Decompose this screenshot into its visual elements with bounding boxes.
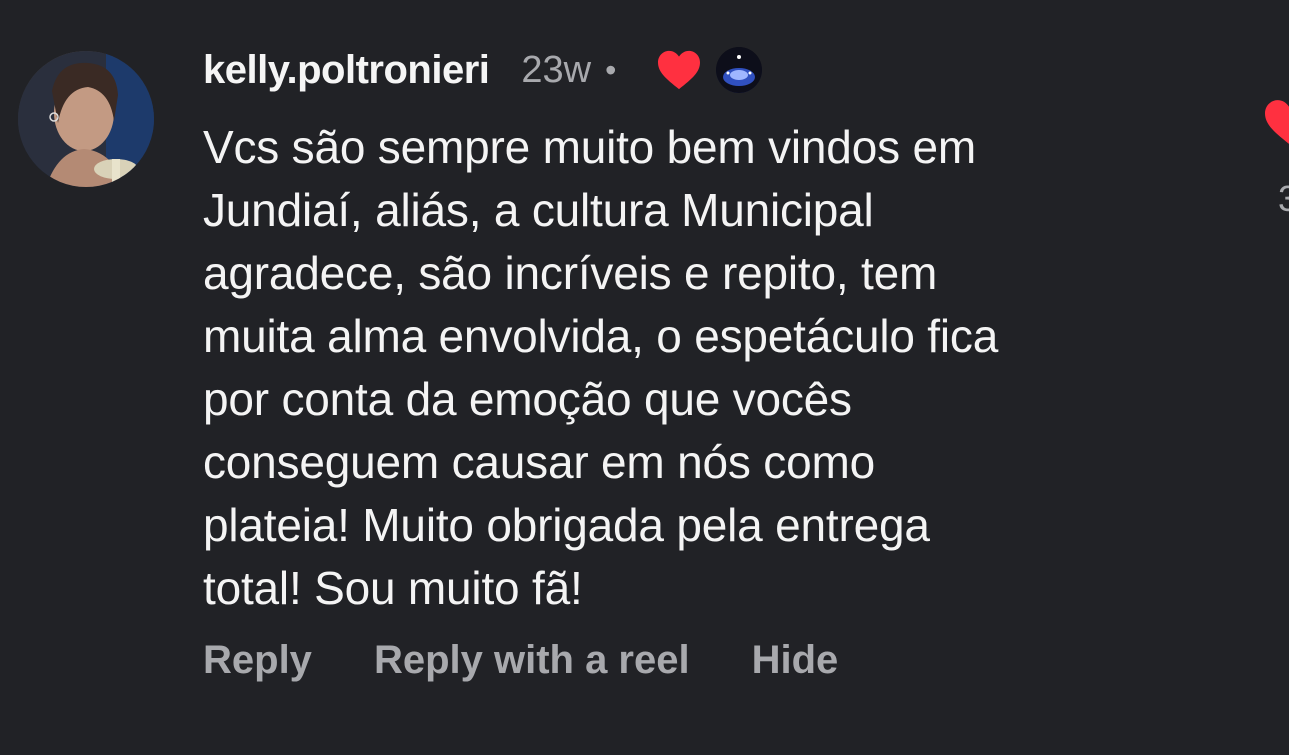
comment-line: plateia! Muito obrigada pela entrega <box>203 499 930 551</box>
like-button[interactable] <box>1262 98 1289 146</box>
comment: kelly.poltronieri 23w • Vcs são sempre m… <box>0 0 1289 755</box>
comment-line: Vcs são sempre muito bem vindos em <box>203 121 976 173</box>
comment-line: agradece, são incríveis e repito, tem <box>203 247 938 299</box>
reply-button[interactable]: Reply <box>203 638 312 683</box>
comment-text: Vcs são sempre muito bem vindos em Jundi… <box>203 116 1203 620</box>
comment-line: Jundiaí, aliás, a cultura Municipal <box>203 184 874 236</box>
heart-outline-icon <box>1265 100 1289 144</box>
heart-icon <box>658 50 701 90</box>
avatar[interactable] <box>18 51 154 187</box>
reply-with-reel-button[interactable]: Reply with a reel <box>374 638 690 683</box>
comment-actions: Reply Reply with a reel Hide <box>203 638 900 683</box>
comment-line: conseguem causar em nós como <box>203 436 875 488</box>
separator-dot: • <box>605 51 617 88</box>
comment-line: por conta da emoção que vocês <box>203 373 852 425</box>
comment-header: kelly.poltronieri 23w • <box>203 44 763 96</box>
comment-line: muita alma envolvida, o espetáculo fica <box>203 310 999 362</box>
username[interactable]: kelly.poltronieri <box>203 48 490 93</box>
hide-button[interactable]: Hide <box>752 638 839 683</box>
creator-avatar <box>716 47 763 93</box>
comment-line: total! Sou muito fã! <box>203 562 583 614</box>
like-count: 3 <box>1278 178 1289 219</box>
timestamp: 23w <box>521 48 592 91</box>
